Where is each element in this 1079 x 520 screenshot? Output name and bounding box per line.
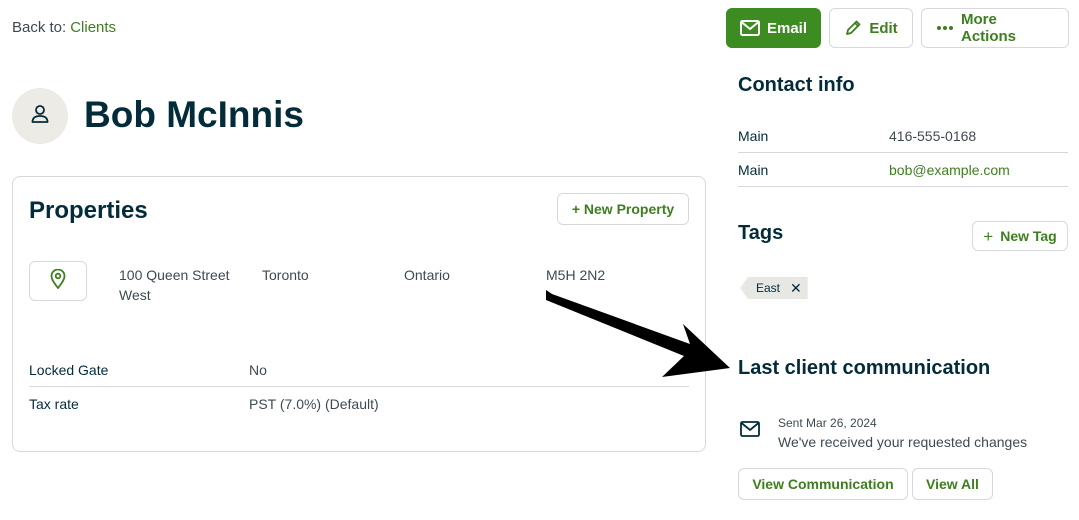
contact-label: Main: [738, 161, 769, 178]
communication-message: We've received your requested changes: [778, 434, 1028, 450]
property-field-row: Locked Gate No: [29, 353, 689, 387]
property-postal-code: M5H 2N2: [546, 267, 606, 283]
field-value: PST (7.0%) (Default): [249, 396, 379, 412]
avatar: [12, 88, 68, 144]
close-icon[interactable]: ✕: [790, 280, 802, 297]
mail-icon: [740, 421, 760, 442]
back-to-clients-link[interactable]: Clients: [70, 19, 116, 36]
envelope-icon: [739, 20, 760, 36]
properties-card: Properties + New Property 100 Queen Stre…: [12, 176, 706, 452]
new-tag-button[interactable]: + New Tag: [972, 221, 1068, 251]
pencil-icon: [844, 19, 862, 37]
property-field-row: Tax rate PST (7.0%) (Default): [29, 387, 689, 421]
contact-row: Main bob@example.com: [738, 153, 1068, 187]
new-tag-label: New Tag: [1000, 228, 1057, 244]
person-icon: [29, 103, 51, 130]
contact-phone: 416-555-0168: [889, 127, 977, 144]
breadcrumb: Back to: Clients: [12, 19, 116, 36]
map-pin-button[interactable]: [29, 261, 87, 301]
tag-label: East: [756, 281, 781, 295]
contact-email-link[interactable]: bob@example.com: [889, 162, 1010, 178]
breadcrumb-prefix: Back to:: [12, 19, 67, 36]
more-actions-button[interactable]: More Actions: [921, 8, 1069, 48]
plus-icon: +: [983, 226, 994, 246]
field-label: Locked Gate: [29, 361, 109, 378]
property-street: 100 Queen Street West: [119, 267, 230, 303]
view-all-button[interactable]: View All: [912, 468, 993, 500]
email-button[interactable]: Email: [726, 8, 821, 48]
tag-chip: East ✕: [740, 277, 808, 299]
tags-title: Tags: [738, 222, 784, 244]
view-communication-button[interactable]: View Communication: [738, 468, 908, 500]
edit-button-label: Edit: [869, 19, 898, 37]
email-button-label: Email: [766, 19, 808, 37]
edit-button[interactable]: Edit: [829, 8, 913, 48]
map-pin-icon: [50, 268, 66, 294]
more-actions-label: More Actions: [961, 11, 1017, 45]
contact-label: Main: [738, 127, 769, 144]
field-value: No: [249, 361, 267, 378]
contact-info-title: Contact info: [738, 74, 855, 96]
property-province: Ontario: [404, 267, 450, 283]
property-city: Toronto: [262, 267, 309, 283]
properties-title: Properties: [29, 197, 148, 224]
contact-row: Main 416-555-0168: [738, 119, 1068, 153]
field-label: Tax rate: [29, 396, 79, 412]
new-property-button[interactable]: + New Property: [557, 193, 689, 225]
page-title: Bob McInnis: [84, 94, 304, 135]
top-actions: Email Edit More Actions: [726, 8, 1069, 48]
dots-icon: [936, 25, 954, 31]
communication-date: Sent Mar 26, 2024: [778, 416, 877, 430]
last-communication-title: Last client communication: [738, 357, 991, 379]
